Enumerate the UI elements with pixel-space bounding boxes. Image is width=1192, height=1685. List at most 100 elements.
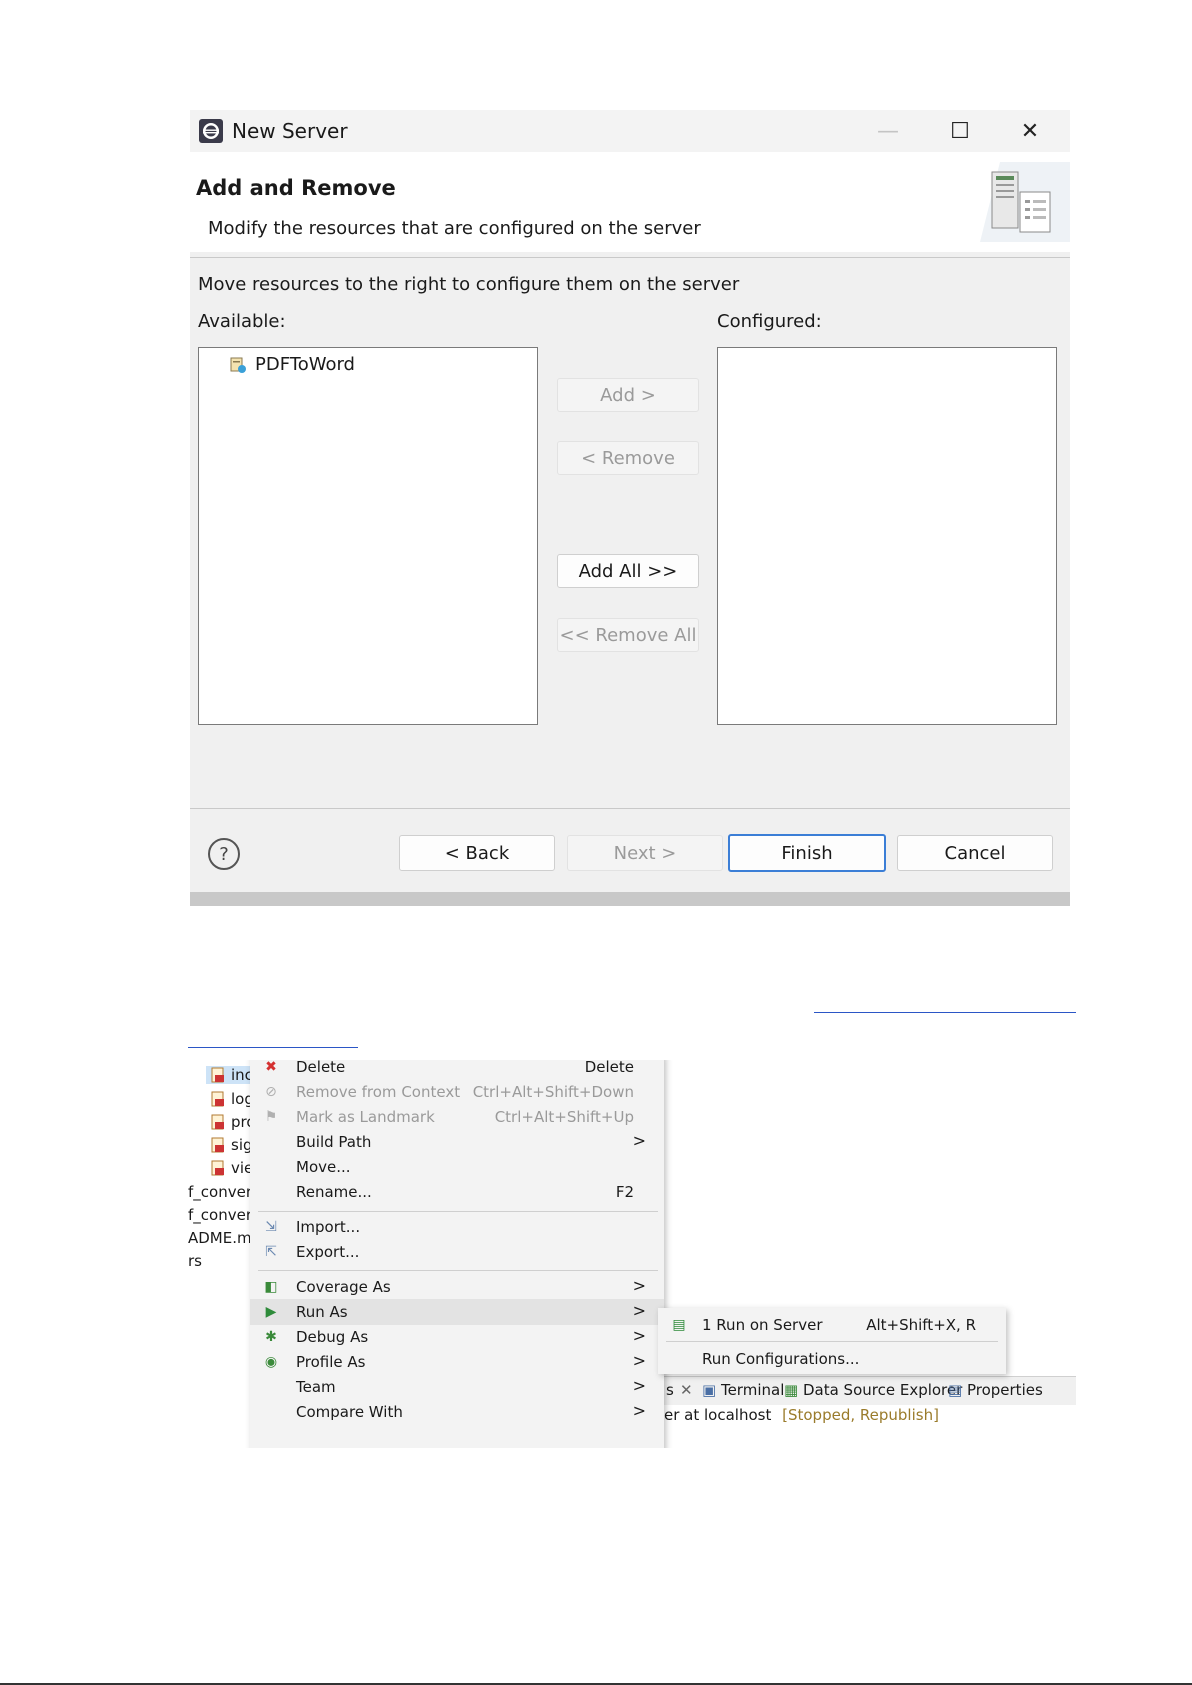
menu-item-run-as[interactable]: ▶ Run As > <box>250 1299 664 1325</box>
server-banner-icon <box>980 162 1070 242</box>
menu-item-debug-as[interactable]: ✱ Debug As > <box>250 1324 664 1350</box>
remove-context-icon: ⊘ <box>265 1084 277 1100</box>
menu-item-profile-as[interactable]: ◉ Profile As > <box>250 1349 664 1375</box>
menu-item-compare-with[interactable]: Compare With > <box>250 1399 664 1425</box>
views-tab-bar: s ✕ ▣ Terminal ▦ Data Source Explorer ▤ … <box>664 1376 1076 1405</box>
list-item[interactable]: PDFToWord <box>229 354 355 375</box>
title-bar: New Server — ☐ ✕ <box>190 110 1070 152</box>
menu-item-run-on-server[interactable]: ▤ 1 Run on Server Alt+Shift+X, R <box>658 1312 1006 1338</box>
tab-label: Properties <box>966 1381 1043 1399</box>
run-on-server-icon: ▤ <box>672 1317 686 1333</box>
jsp-file-icon <box>211 1067 224 1083</box>
jsp-file-icon <box>211 1160 224 1176</box>
menu-label: Mark as Landmark <box>296 1108 435 1126</box>
hyperlink-underline[interactable] <box>814 1012 1076 1013</box>
new-server-dialog: New Server — ☐ ✕ Add and Remove Modify t… <box>190 110 1070 906</box>
tree-item[interactable]: f_convert <box>188 1206 258 1224</box>
add-all-button[interactable]: Add All >> <box>557 554 699 588</box>
configured-label: Configured: <box>717 311 822 332</box>
run-as-submenu: ▤ 1 Run on Server Alt+Shift+X, R Run Con… <box>658 1308 1006 1374</box>
menu-shortcut: Delete <box>584 1060 634 1076</box>
menu-label: Coverage As <box>296 1278 391 1296</box>
menu-shortcut: Ctrl+Alt+Shift+Up <box>494 1108 634 1126</box>
menu-item-run-configurations[interactable]: Run Configurations... <box>658 1346 1006 1372</box>
menu-shortcut: Ctrl+Alt+Shift+Down <box>472 1083 634 1101</box>
menu-label: Delete <box>296 1060 346 1076</box>
tab-terminal[interactable]: ▣ Terminal <box>702 1381 784 1399</box>
menu-label: 1 Run on Server <box>702 1316 823 1334</box>
chevron-right-icon: > <box>632 1326 646 1345</box>
menu-item-move[interactable]: Move... <box>250 1154 664 1180</box>
tab-properties[interactable]: ▤ Properties <box>948 1381 1043 1399</box>
tab-partial[interactable]: s <box>666 1381 674 1399</box>
server-status-line[interactable]: er at localhost [Stopped, Republish] <box>664 1406 939 1424</box>
menu-item-mark-as-landmark[interactable]: ⚑ Mark as Landmark Ctrl+Alt+Shift+Up <box>250 1104 664 1130</box>
help-icon[interactable]: ? <box>208 838 240 870</box>
configured-list[interactable] <box>717 347 1057 725</box>
menu-item-team[interactable]: Team > <box>250 1374 664 1400</box>
context-menu-screenshot: inc log pro sig vie f_convert f_convert … <box>188 1060 1076 1448</box>
menu-item-coverage-as[interactable]: ◧ Coverage As > <box>250 1274 664 1300</box>
tree-item[interactable]: pro <box>210 1113 256 1131</box>
menu-label: Move... <box>296 1158 351 1176</box>
chevron-right-icon: > <box>632 1301 646 1320</box>
menu-item-import[interactable]: ⇲ Import... <box>250 1214 664 1240</box>
menu-item-export[interactable]: ⇱ Export... <box>250 1239 664 1265</box>
eclipse-app-icon <box>199 119 223 143</box>
menu-separator <box>258 1211 658 1212</box>
minimize-button[interactable]: — <box>858 110 918 152</box>
properties-icon: ▤ <box>948 1381 963 1399</box>
chevron-right-icon: > <box>632 1351 646 1370</box>
tab-label: Terminal <box>720 1381 785 1399</box>
menu-shortcut: Alt+Shift+X, R <box>866 1316 976 1334</box>
menu-item-rename[interactable]: Rename... F2 <box>250 1179 664 1205</box>
cancel-button[interactable]: Cancel <box>897 835 1053 871</box>
header-separator <box>190 257 1070 258</box>
data-source-icon: ▦ <box>784 1381 799 1399</box>
menu-item-build-path[interactable]: Build Path > <box>250 1129 664 1155</box>
tree-item[interactable]: vie <box>210 1159 253 1177</box>
tree-item[interactable]: sig <box>210 1136 253 1154</box>
menu-label: Build Path <box>296 1133 372 1151</box>
tree-item[interactable]: log <box>210 1090 254 1108</box>
menu-label: Run Configurations... <box>702 1350 860 1368</box>
close-button[interactable]: ✕ <box>1000 110 1060 152</box>
maximize-button[interactable]: ☐ <box>930 110 990 152</box>
remove-button[interactable]: < Remove <box>557 441 699 475</box>
menu-label: Rename... <box>296 1183 372 1201</box>
tab-label: Data Source Explorer <box>802 1381 963 1399</box>
next-button[interactable]: Next > <box>567 835 723 871</box>
remove-all-button[interactable]: << Remove All <box>557 618 699 652</box>
instruction-text: Move resources to the right to configure… <box>198 274 740 295</box>
tab-data-source-explorer[interactable]: ▦ Data Source Explorer <box>784 1381 962 1399</box>
page-description: Modify the resources that are configured… <box>208 218 701 239</box>
hyperlink-underline[interactable] <box>188 1047 358 1048</box>
menu-label: Profile As <box>296 1353 366 1371</box>
menu-label: Team <box>296 1378 336 1396</box>
menu-label: Debug As <box>296 1328 369 1346</box>
tree-item[interactable]: f_convert <box>188 1183 258 1201</box>
close-icon[interactable]: ✕ <box>680 1381 693 1399</box>
export-icon: ⇱ <box>265 1244 277 1260</box>
available-list[interactable]: PDFToWord <box>198 347 538 725</box>
tree-item[interactable]: rs <box>188 1252 202 1270</box>
menu-separator <box>666 1341 998 1342</box>
chevron-right-icon: > <box>632 1131 646 1150</box>
landmark-icon: ⚑ <box>264 1109 278 1125</box>
profile-icon: ◉ <box>264 1354 278 1370</box>
context-menu: ✖ Delete Delete ⊘ Remove from Context Ct… <box>250 1060 664 1448</box>
jsp-file-icon <box>211 1114 224 1130</box>
back-button[interactable]: < Back <box>399 835 555 871</box>
menu-item-delete[interactable]: ✖ Delete Delete <box>250 1060 664 1080</box>
add-button[interactable]: Add > <box>557 378 699 412</box>
menu-shortcut: F2 <box>615 1183 634 1201</box>
dialog-bottom-edge <box>190 892 1070 906</box>
menu-label: Run As <box>296 1303 348 1321</box>
tree-item[interactable]: ADME.m <box>188 1229 252 1247</box>
footer-separator <box>190 808 1070 809</box>
menu-item-remove-from-context[interactable]: ⊘ Remove from Context Ctrl+Alt+Shift+Dow… <box>250 1079 664 1105</box>
finish-button[interactable]: Finish <box>728 834 886 872</box>
project-name: PDFToWord <box>255 354 355 375</box>
run-icon: ▶ <box>265 1304 277 1320</box>
jsp-file-icon <box>211 1091 224 1107</box>
